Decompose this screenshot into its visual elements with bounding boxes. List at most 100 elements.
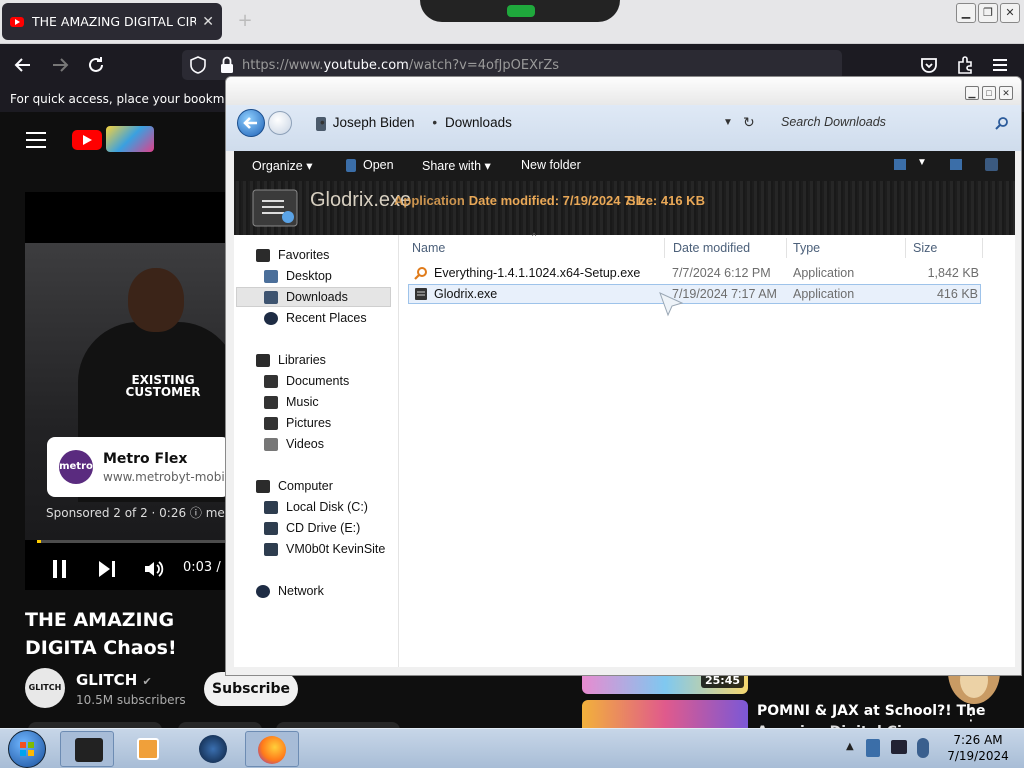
sponsored-label: Sponsored 2 of 2 · 0:26 ⓘ met (46, 506, 230, 520)
browser-tab-active[interactable]: THE AMAZING DIGITAL CIRCUS ✕ (2, 3, 222, 40)
close-tab-icon[interactable]: ✕ (202, 14, 214, 30)
next-icon[interactable] (97, 559, 117, 579)
lock-icon[interactable] (218, 55, 236, 75)
network-drive-icon (264, 542, 278, 556)
nav-documents[interactable]: Documents (264, 371, 349, 391)
detail-date: Date modified: 7/19/2024 7:1 (468, 193, 643, 208)
related-video-title[interactable]: POMNI & JAX at School?! The (757, 702, 985, 720)
pause-icon[interactable] (51, 559, 69, 579)
video-progress-bar[interactable] (37, 540, 230, 543)
search-app-icon (414, 267, 427, 280)
nav-desktop[interactable]: Desktop (264, 266, 332, 286)
view-options-icon[interactable] (894, 159, 906, 170)
search-input[interactable]: Search Downloads (776, 111, 1016, 135)
minimize-button[interactable]: ▁ (956, 3, 976, 23)
reload-icon[interactable] (85, 54, 107, 76)
explorer-back-button[interactable] (237, 109, 265, 137)
file-size: 416 KB (936, 287, 978, 301)
new-tab-button[interactable]: + (236, 12, 254, 30)
taskbar-app-button[interactable] (185, 731, 239, 767)
nav-network-drive[interactable]: VM0b0t KevinSite (264, 539, 385, 559)
close-window-button[interactable]: ✕ (1000, 3, 1020, 23)
channel-avatar[interactable]: GLITCH (25, 668, 65, 708)
tray-network-icon[interactable] (891, 740, 907, 754)
tray-volume-icon[interactable] (917, 738, 929, 758)
cd-drive-icon (264, 521, 278, 535)
url-path: /watch?v=4ofJpOEXrZs (408, 57, 560, 73)
windows-logo-icon (20, 742, 34, 756)
column-header-name[interactable]: Name (412, 241, 445, 255)
breadcrumb-user[interactable]: Joseph Biden (333, 115, 415, 130)
file-row[interactable]: Everything-1.4.1.1024.x64-Setup.exe 7/7/… (408, 263, 981, 283)
nav-libraries[interactable]: Libraries (256, 350, 326, 370)
file-row-selected[interactable]: Glodrix.exe 7/19/2024 7:17 AM Applicatio… (408, 284, 981, 304)
command-bar: Organize ▾ Open Share with ▾ New folder … (234, 151, 1015, 181)
taskbar-firefox-button[interactable] (245, 731, 299, 767)
explorer-minimize-button[interactable]: ▁ (965, 86, 979, 100)
nav-cd-drive[interactable]: CD Drive (E:) (264, 518, 360, 538)
youtube-logo-icon[interactable] (72, 130, 102, 150)
new-folder-button[interactable]: New folder (521, 158, 581, 172)
taskbar-explorer-button[interactable] (60, 731, 114, 767)
taskbar-clock[interactable]: 7:26 AM 7/19/2024 (937, 732, 1019, 764)
explorer-forward-button[interactable] (268, 111, 292, 135)
menu-hamburger-icon[interactable] (989, 54, 1011, 76)
nav-network[interactable]: Network (256, 581, 324, 601)
file-name: Everything-1.4.1.1024.x64-Setup.exe (434, 266, 641, 280)
refresh-icon[interactable]: ↻ (743, 114, 755, 131)
metro-logo-icon: metro (59, 450, 93, 484)
help-icon[interactable] (985, 158, 998, 171)
column-header-date[interactable]: Date modified (673, 241, 750, 255)
url-domain: youtube.com (323, 57, 409, 73)
start-button[interactable] (8, 730, 46, 768)
share-with-button[interactable]: Share with ▾ (422, 158, 491, 173)
nav-pictures[interactable]: Pictures (264, 413, 331, 433)
nav-downloads[interactable]: Downloads (264, 287, 348, 307)
firefox-icon (258, 736, 286, 764)
explorer-close-button[interactable]: ✕ (999, 86, 1013, 100)
nav-recent-places[interactable]: Recent Places (264, 308, 367, 328)
explorer-titlebar[interactable]: ▁ □ ✕ (226, 77, 1021, 105)
pocket-icon[interactable] (918, 54, 940, 76)
search-icon[interactable] (995, 116, 1009, 130)
tray-app-icon[interactable] (866, 739, 880, 757)
column-header-size[interactable]: Size (913, 241, 937, 255)
nav-music[interactable]: Music (264, 392, 319, 412)
shield-icon[interactable] (188, 55, 208, 75)
extensions-icon[interactable] (954, 54, 976, 76)
file-date: 7/7/2024 6:12 PM (672, 266, 771, 280)
detail-size: Size: 416 KB (626, 193, 705, 208)
hamburger-menu-icon[interactable] (26, 131, 46, 149)
breadcrumb[interactable]: • Joseph Biden • Downloads (320, 115, 520, 130)
related-thumbnail[interactable] (582, 700, 748, 728)
column-header-type[interactable]: Type (793, 241, 820, 255)
doodle-logo-icon[interactable] (106, 126, 154, 152)
view-dropdown-icon[interactable]: ▼ (917, 157, 927, 168)
address-dropdown-icon[interactable]: ▼ (723, 117, 733, 128)
nav-videos[interactable]: Videos (264, 434, 324, 454)
forward-arrow-icon[interactable] (49, 54, 71, 76)
restore-button[interactable]: ❐ (978, 3, 998, 23)
organize-button[interactable]: Organize ▾ (252, 158, 312, 173)
file-type: Application (793, 266, 855, 280)
nav-favorites[interactable]: Favorites (256, 245, 329, 265)
subscribe-button[interactable]: Subscribe (204, 672, 298, 706)
volume-icon[interactable] (143, 558, 165, 580)
explorer-app-icon (75, 738, 103, 762)
back-arrow-icon[interactable] (12, 54, 34, 76)
ad-title: Metro Flex (103, 451, 188, 467)
channel-name[interactable]: GLITCH ✔ (76, 671, 152, 689)
channel-name-text: GLITCH (76, 671, 138, 689)
nav-computer[interactable]: Computer (256, 476, 333, 496)
taskbar-media-button[interactable] (121, 731, 175, 767)
ad-card[interactable]: metro Metro Flex www.metrobyt-mobile.c (47, 437, 246, 497)
subscriber-count: 10.5M subscribers (76, 693, 186, 707)
tray-expand-icon[interactable]: ▲ (846, 741, 854, 752)
network-globe-icon (256, 584, 270, 598)
media-player-icon (137, 738, 159, 760)
nav-local-disk[interactable]: Local Disk (C:) (264, 497, 368, 517)
explorer-maximize-button[interactable]: □ (982, 86, 996, 100)
breadcrumb-downloads[interactable]: Downloads (445, 115, 512, 130)
open-button[interactable]: Open (363, 158, 394, 172)
preview-pane-icon[interactable] (950, 159, 962, 170)
